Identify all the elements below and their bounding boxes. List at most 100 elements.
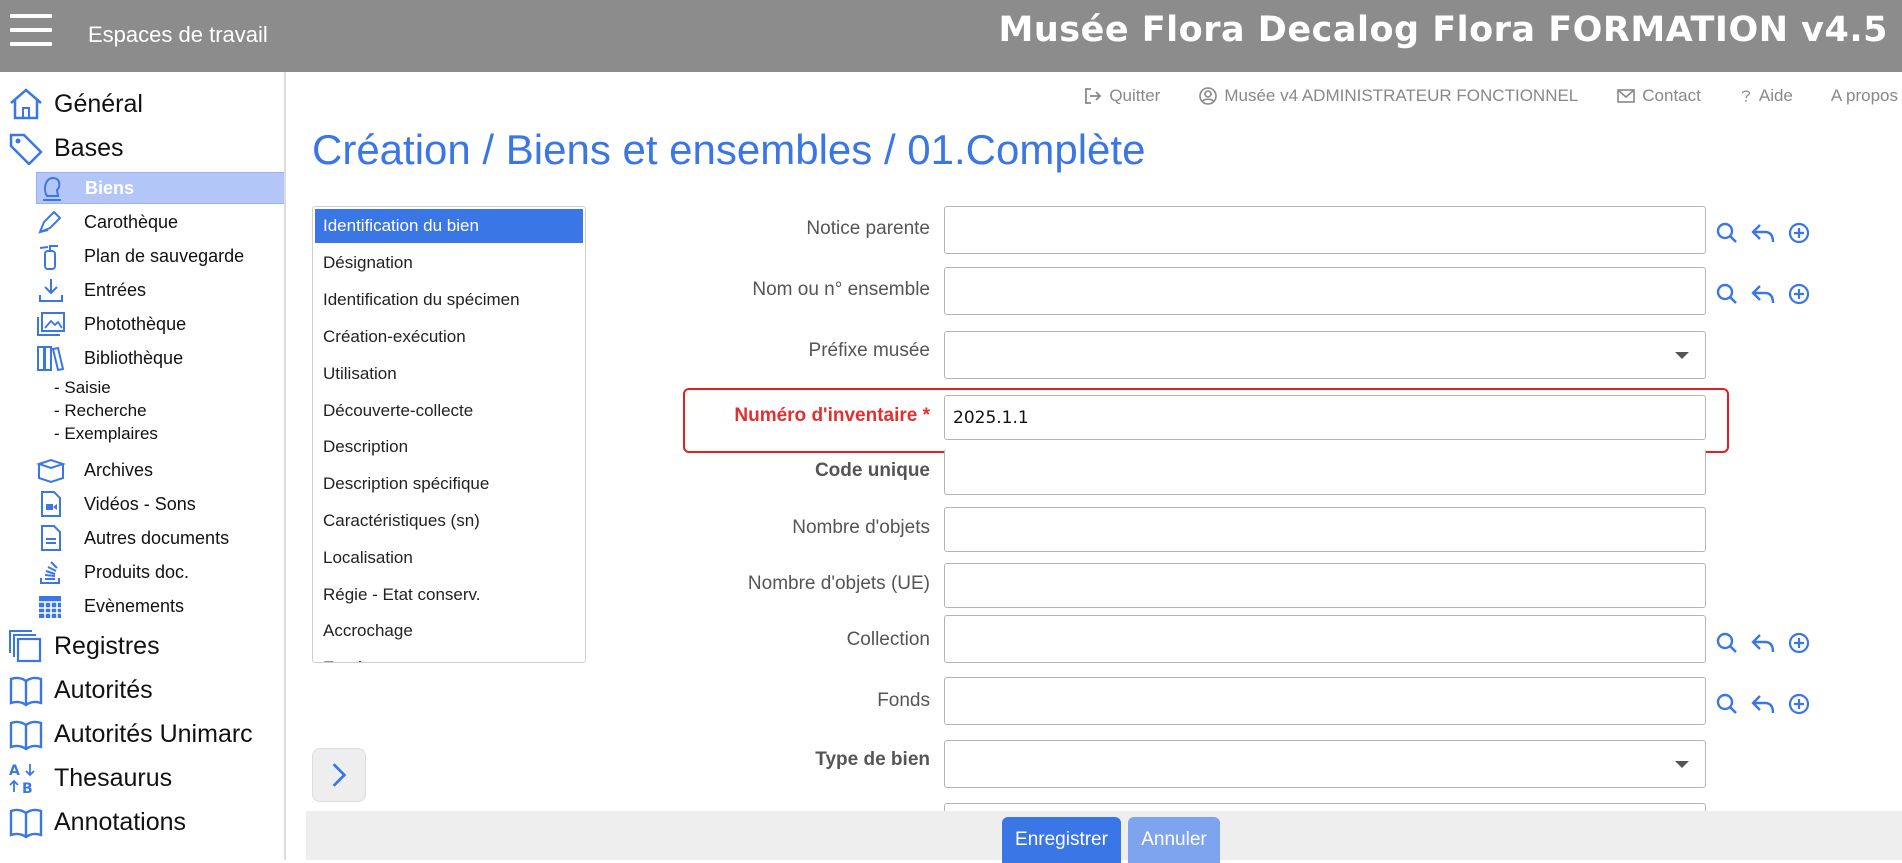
reply-icon[interactable] <box>1750 691 1776 717</box>
reply-icon[interactable] <box>1750 220 1776 246</box>
search-icon[interactable] <box>1714 281 1740 307</box>
nombre-objets-input[interactable] <box>944 507 1706 552</box>
sidebar-item-registres[interactable]: Registres <box>8 626 160 666</box>
fonds-input[interactable] <box>944 677 1706 725</box>
home-icon <box>10 88 42 120</box>
add-circle-icon[interactable] <box>1786 691 1812 717</box>
nombre-objets-label: Nombre d'objets <box>792 517 930 538</box>
nom-ensemble-input[interactable] <box>944 267 1706 315</box>
contact-label: Contact <box>1642 86 1701 105</box>
search-icon[interactable] <box>1714 691 1740 717</box>
sidebar-item-label: Carothèque <box>84 211 179 232</box>
images-icon <box>37 312 65 336</box>
sidebar-subitem-exemplaires[interactable]: - Exemplaires <box>54 424 158 444</box>
nom-ensemble-actions <box>1714 281 1822 307</box>
sidebar-item-biens[interactable]: Biens <box>36 172 284 204</box>
sidebar-item-produits-doc[interactable]: Produits doc. <box>36 556 284 588</box>
nom-ensemble-label: Nom ou n° ensemble <box>752 279 930 300</box>
section-item[interactable]: Entrée <box>313 650 585 662</box>
about-label: A propos <box>1830 86 1898 105</box>
sidebar-item-thesaurus[interactable]: AB Thesaurus <box>8 758 172 798</box>
numero-inventaire-input[interactable]: 2025.1.1 <box>944 395 1706 440</box>
help-label: Aide <box>1758 86 1793 105</box>
svg-text:B: B <box>22 781 33 795</box>
sidebar-item-label: Bibliothèque <box>84 347 184 368</box>
sidebar-item-autres-documents[interactable]: Autres documents <box>36 522 284 554</box>
pen-icon <box>38 210 62 234</box>
sidebar-item-label: Général <box>54 89 143 118</box>
sidebar-item-plan-sauvegarde[interactable]: Plan de sauvegarde <box>36 240 284 272</box>
sidebar-item-bibliotheque[interactable]: Bibliothèque <box>36 342 284 374</box>
add-circle-icon[interactable] <box>1786 281 1812 307</box>
sidebar-item-label: Produits doc. <box>84 561 190 582</box>
sidebar-item-entrees[interactable]: Entrées <box>36 274 284 306</box>
notice-parente-input[interactable] <box>944 206 1706 254</box>
sidebar-item-label: Photothèque <box>84 313 187 334</box>
sidebar-subitem-saisie[interactable]: - Saisie <box>54 378 111 398</box>
sidebar-item-archives[interactable]: Archives <box>36 454 284 486</box>
sidebar-item-general[interactable]: Général <box>8 84 143 124</box>
sidebar-item-bases[interactable]: Bases <box>8 128 123 168</box>
book-icon <box>9 676 43 707</box>
stack-icon <box>40 561 60 584</box>
book-icon <box>9 720 43 751</box>
extinguisher-icon <box>39 245 58 270</box>
chevron-right-icon <box>332 763 347 787</box>
add-circle-icon[interactable] <box>1786 220 1812 246</box>
save-button[interactable]: Enregistrer <box>1002 817 1121 863</box>
registers-icon <box>9 630 42 663</box>
about-link[interactable]: A propos <box>1831 86 1898 106</box>
box-icon <box>36 458 66 484</box>
workspaces-link[interactable]: Espaces de travail <box>88 22 268 48</box>
menu-icon[interactable] <box>10 14 52 48</box>
section-item[interactable]: Désignation <box>313 245 585 282</box>
collection-actions <box>1714 630 1822 656</box>
question-icon <box>1741 90 1750 102</box>
prefixe-musee-label: Préfixe musée <box>808 340 930 361</box>
add-circle-icon[interactable] <box>1786 630 1812 656</box>
type-bien-select[interactable] <box>944 740 1706 788</box>
reply-icon[interactable] <box>1750 630 1776 656</box>
notice-parente-label: Notice parente <box>806 218 930 239</box>
sidebar-item-label: Evènements <box>84 595 185 616</box>
code-unique-label: Code unique <box>814 460 930 481</box>
contact-link[interactable]: Contact <box>1616 86 1701 106</box>
sort-alpha-icon: AB <box>9 763 35 795</box>
document-icon <box>41 525 61 551</box>
prefixe-musee-select[interactable] <box>944 331 1706 379</box>
svg-text:A: A <box>9 763 20 779</box>
quit-label: Quitter <box>1109 86 1161 105</box>
next-button[interactable] <box>312 748 366 802</box>
sidebar-item-annotations[interactable]: Annotations <box>8 802 186 842</box>
calendar-icon <box>39 596 61 618</box>
sidebar-item-label: Autres documents <box>84 527 230 548</box>
search-icon[interactable] <box>1714 630 1740 656</box>
cancel-button[interactable]: Annuler <box>1128 817 1220 863</box>
section-item[interactable]: Localisation <box>313 539 585 576</box>
quit-link[interactable]: Quitter <box>1083 86 1160 106</box>
sidebar-item-evenements[interactable]: Evènements <box>36 590 284 622</box>
search-icon[interactable] <box>1714 220 1740 246</box>
sidebar-item-videos-sons[interactable]: Vidéos - Sons <box>36 488 284 520</box>
user-link[interactable]: Musée v4 ADMINISTRATEUR FONCTIONNEL <box>1198 86 1578 106</box>
sidebar-item-autorites-unimarc[interactable]: Autorités Unimarc <box>8 714 253 754</box>
nombre-objets-ue-input[interactable] <box>944 563 1706 608</box>
sidebar-item-label: Plan de sauvegarde <box>84 245 245 266</box>
sidebar-item-carotheque[interactable]: Carothèque <box>36 206 284 238</box>
envelope-icon <box>1617 89 1636 103</box>
sidebar-item-label: Biens <box>85 177 135 198</box>
sidebar: Général Bases Biens Carothèque Plan de s… <box>0 72 286 860</box>
sidebar-item-label: Autorités Unimarc <box>54 719 253 748</box>
app-title: Musée Flora Decalog Flora FORMATION v4.5 <box>998 10 1888 50</box>
sidebar-subitem-recherche[interactable]: - Recherche <box>54 401 147 421</box>
help-link[interactable]: Aide <box>1739 86 1793 106</box>
sidebar-item-phototheque[interactable]: Photothèque <box>36 308 284 340</box>
reply-icon[interactable] <box>1750 281 1776 307</box>
collection-input[interactable] <box>944 615 1706 663</box>
sidebar-item-autorites[interactable]: Autorités <box>8 670 153 710</box>
chevron-down-icon <box>1675 761 1689 768</box>
logout-icon <box>1085 88 1102 104</box>
chevron-down-icon <box>1675 352 1689 359</box>
tag-icon <box>9 133 43 165</box>
code-unique-input[interactable] <box>944 449 1706 495</box>
